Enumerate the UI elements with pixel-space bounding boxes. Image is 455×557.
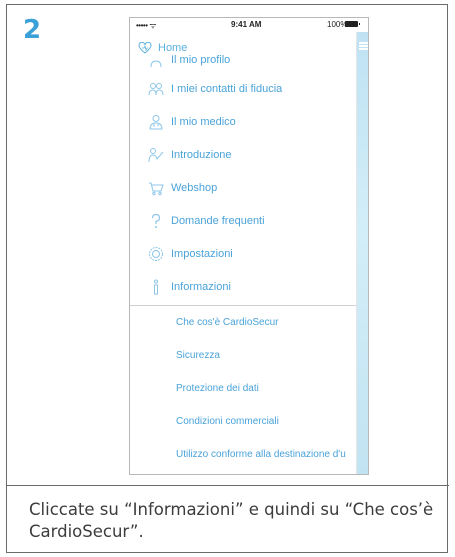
menu-item-settings[interactable]: Impostazioni xyxy=(130,237,356,270)
menu-item-label: Impostazioni xyxy=(171,247,233,260)
menu-item-info[interactable]: Informazioni xyxy=(130,270,356,303)
question-icon xyxy=(148,213,164,229)
info-icon xyxy=(148,279,164,295)
contacts-icon xyxy=(148,81,164,97)
page-frame: 2 ••••• ᯤ 9:41 AM 100% Home Il mio profi… xyxy=(6,4,449,553)
instruction-caption: Cliccate su “Informazioni” e quindi su “… xyxy=(29,500,434,541)
menu-item-doctor[interactable]: Il mio medico xyxy=(130,105,356,138)
cart-icon xyxy=(148,180,164,196)
submenu-item-intended-use[interactable]: Utilizzo conforme alla destinazione d'u xyxy=(130,438,356,471)
hamburger-menu-icon[interactable] xyxy=(359,42,368,50)
submenu-item-what-is-cardiosecur[interactable]: Che cos'è CardioSecur xyxy=(130,306,356,339)
status-bar: ••••• ᯤ 9:41 AM 100% xyxy=(130,18,368,32)
doctor-icon xyxy=(148,114,164,130)
side-menu: Il mio profilo I miei contatti di fiduci… xyxy=(130,54,356,471)
app-content-strip[interactable] xyxy=(356,32,368,474)
menu-item-label: Domande frequenti xyxy=(171,214,265,227)
info-submenu: Che cos'è CardioSecur Sicurezza Protezio… xyxy=(130,305,356,471)
menu-item-profile[interactable]: Il mio profilo xyxy=(130,48,356,72)
menu-item-label: Il mio profilo xyxy=(171,54,231,66)
settings-icon xyxy=(148,246,164,262)
phone-screenshot: ••••• ᯤ 9:41 AM 100% Home Il mio profilo xyxy=(129,17,369,475)
submenu-item-data-protection[interactable]: Protezione dei dati xyxy=(130,372,356,405)
menu-item-label: Introduzione xyxy=(171,148,232,161)
signal-indicator: ••••• ᯤ xyxy=(136,21,157,30)
introduction-icon xyxy=(148,147,164,163)
submenu-item-terms[interactable]: Condizioni commerciali xyxy=(130,405,356,438)
menu-item-faq[interactable]: Domande frequenti xyxy=(130,204,356,237)
step-number: 2 xyxy=(23,15,42,45)
caption-divider xyxy=(7,485,449,486)
menu-item-label: Il mio medico xyxy=(171,115,236,128)
menu-item-webshop[interactable]: Webshop xyxy=(130,171,356,204)
submenu-item-security[interactable]: Sicurezza xyxy=(130,339,356,372)
menu-item-contacts[interactable]: I miei contatti di fiducia xyxy=(130,72,356,105)
menu-item-label: Informazioni xyxy=(171,280,231,293)
menu-item-label: Webshop xyxy=(171,181,218,194)
menu-item-introduction[interactable]: Introduzione xyxy=(130,138,356,171)
battery-icon xyxy=(345,21,360,27)
profile-icon xyxy=(148,52,164,68)
menu-item-label: I miei contatti di fiducia xyxy=(171,82,283,95)
status-time: 9:41 AM xyxy=(231,20,262,29)
